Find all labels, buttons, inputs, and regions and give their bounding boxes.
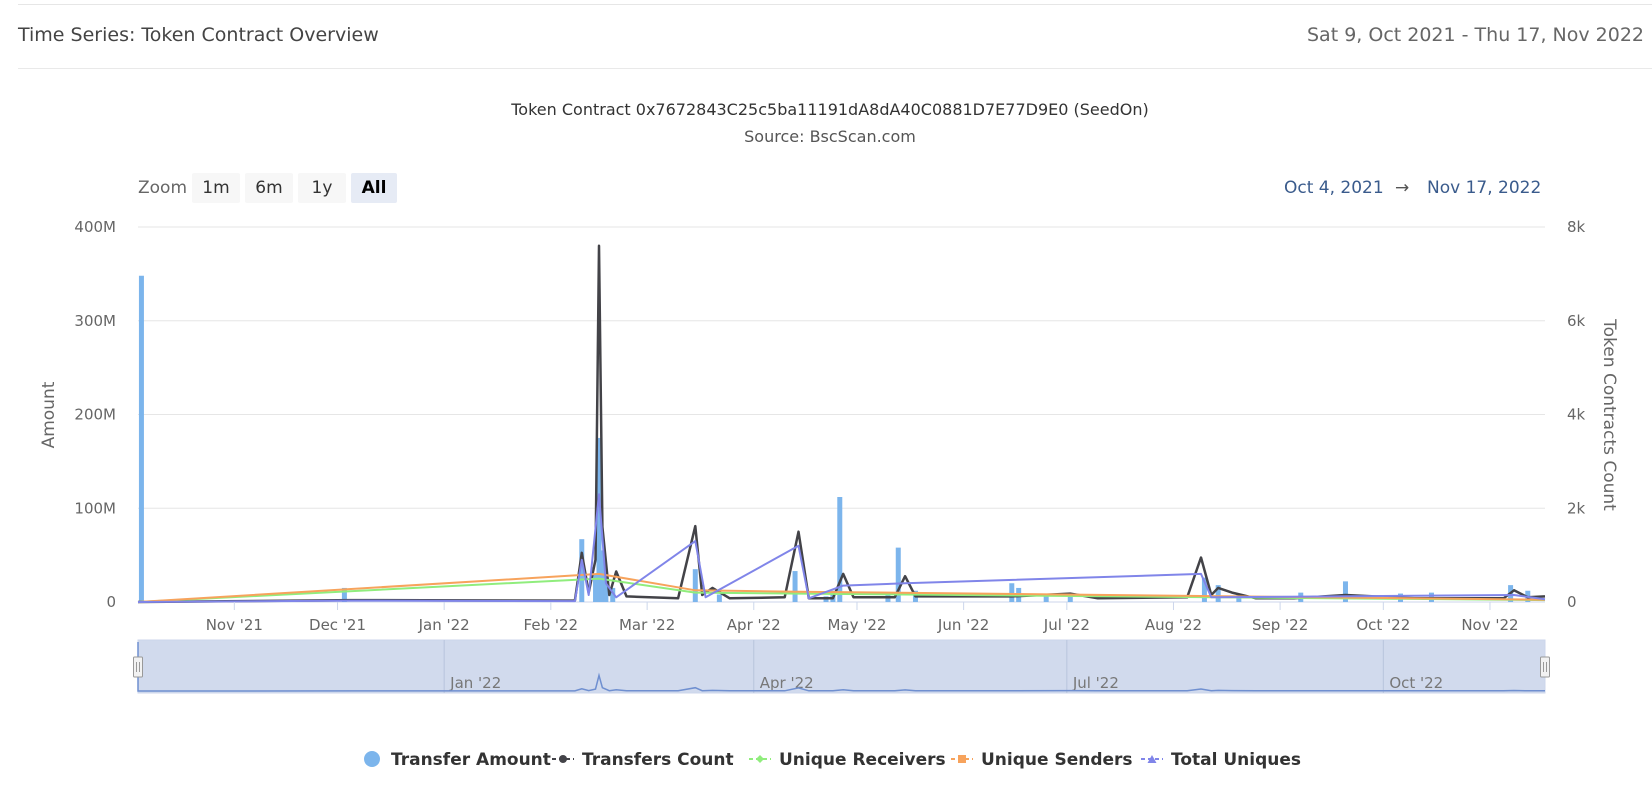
bar-transfer-amount	[692, 569, 698, 602]
y-left-tick-label: 100M	[74, 499, 116, 517]
zoom-button-6m[interactable]: 6m	[245, 173, 293, 203]
bar-transfer-amount	[1009, 583, 1015, 602]
x-tick-label: Sep '22	[1252, 616, 1308, 634]
zoom-button-label: 1m	[202, 178, 229, 198]
x-tick-label: Aug '22	[1145, 616, 1202, 634]
range-arrow: →	[1395, 178, 1409, 198]
y-left-tick-label: 0	[106, 593, 116, 611]
y-left-tick-label: 200M	[74, 406, 116, 424]
legend-label: Transfers Count	[582, 750, 734, 770]
navigator-label: Jan '22	[449, 674, 501, 692]
handle-body	[133, 656, 143, 678]
handle-body	[1540, 656, 1550, 678]
zoom-button-1m[interactable]: 1m	[192, 173, 240, 203]
time-series-chart: Token Contract 0x7672843C25c5ba11191dA8d…	[39, 100, 1619, 770]
x-tick-label: Nov '21	[206, 616, 263, 634]
y-right-tick-label: 8k	[1567, 218, 1586, 236]
y-right-tick-label: 6k	[1567, 312, 1586, 330]
chart-subtitle: Source: BscScan.com	[744, 127, 916, 146]
legend-item-transfers-count[interactable]: Transfers Count	[552, 750, 734, 770]
x-tick-label: Feb '22	[524, 616, 579, 634]
chart-title: Token Contract 0x7672843C25c5ba11191dA8d…	[510, 100, 1149, 119]
legend-item-unique-receivers[interactable]: Unique Receivers	[749, 750, 946, 770]
x-tick-label: Dec '21	[309, 616, 366, 634]
legend-marker	[756, 755, 764, 763]
y-right-tick-label: 0	[1567, 593, 1577, 611]
zoom-button-1y[interactable]: 1y	[298, 173, 346, 203]
y-right-tick-label: 4k	[1567, 406, 1586, 424]
navigator-left-handle[interactable]	[133, 656, 143, 678]
x-tick-label: Jan '22	[418, 616, 470, 634]
zoom-button-label: 1y	[312, 178, 333, 198]
zoom-label: Zoom	[138, 178, 187, 198]
x-tick-label: May '22	[827, 616, 886, 634]
legend-item-transfer-amount[interactable]: Transfer Amount	[364, 750, 551, 770]
zoom-button-all[interactable]: All	[351, 173, 397, 203]
navigator-label: Jul '22	[1072, 674, 1119, 692]
x-tick-label: Nov '22	[1461, 616, 1518, 634]
bar-transfer-amount	[138, 275, 144, 602]
range-from-date[interactable]: Oct 4, 2021	[1284, 178, 1384, 198]
legend-symbol	[364, 751, 380, 767]
legend-marker	[559, 755, 567, 763]
bar-transfer-amount	[792, 571, 798, 602]
navigator-right-handle[interactable]	[1540, 656, 1550, 678]
header-divider	[18, 68, 1652, 69]
navigator[interactable]: Jan '22 Apr '22 Jul '22 Oct '22	[133, 639, 1550, 694]
y-right-tick-label: 2k	[1567, 499, 1586, 517]
panel-title: Time Series: Token Contract Overview	[18, 24, 379, 46]
y-left-axis-title: Amount	[39, 381, 59, 448]
y-left-tick-label: 300M	[74, 312, 116, 330]
legend-item-unique-senders[interactable]: Unique Senders	[951, 750, 1133, 770]
legend-label: Unique Receivers	[779, 750, 946, 770]
navigator-label: Oct '22	[1389, 674, 1443, 692]
y-left-tick-label: 400M	[74, 218, 116, 236]
x-tick-label: Oct '22	[1356, 616, 1410, 634]
x-tick-label: Jun '22	[937, 616, 989, 634]
y-right-axis-title: Token Contracts Count	[1599, 318, 1619, 511]
zoom-button-label: 6m	[255, 178, 282, 198]
x-tick-label: Jul '22	[1043, 616, 1090, 634]
range-selector: Zoom 1m 6m 1y All Oct 4, 2021 → Nov 17, 202…	[138, 173, 1541, 203]
range-to-date[interactable]: Nov 17, 2022	[1427, 178, 1541, 198]
date-range-label: Sat 9, Oct 2021 - Thu 17, Nov 2022	[1307, 24, 1644, 46]
bar-transfer-amount	[716, 594, 722, 602]
navigator-mask	[137, 639, 1546, 694]
legend-label: Transfer Amount	[391, 750, 551, 770]
x-tick-label: Apr '22	[727, 616, 781, 634]
legend-label: Unique Senders	[981, 750, 1133, 770]
legend-label: Total Uniques	[1171, 750, 1301, 770]
zoom-button-label: All	[362, 178, 387, 198]
x-tick-label: Mar '22	[619, 616, 675, 634]
legend: Transfer Amount Transfers Count Unique Rec…	[364, 750, 1301, 770]
legend-marker	[958, 755, 966, 763]
panel-top-border	[18, 4, 1652, 5]
legend-item-total-uniques[interactable]: Total Uniques	[1141, 750, 1301, 770]
